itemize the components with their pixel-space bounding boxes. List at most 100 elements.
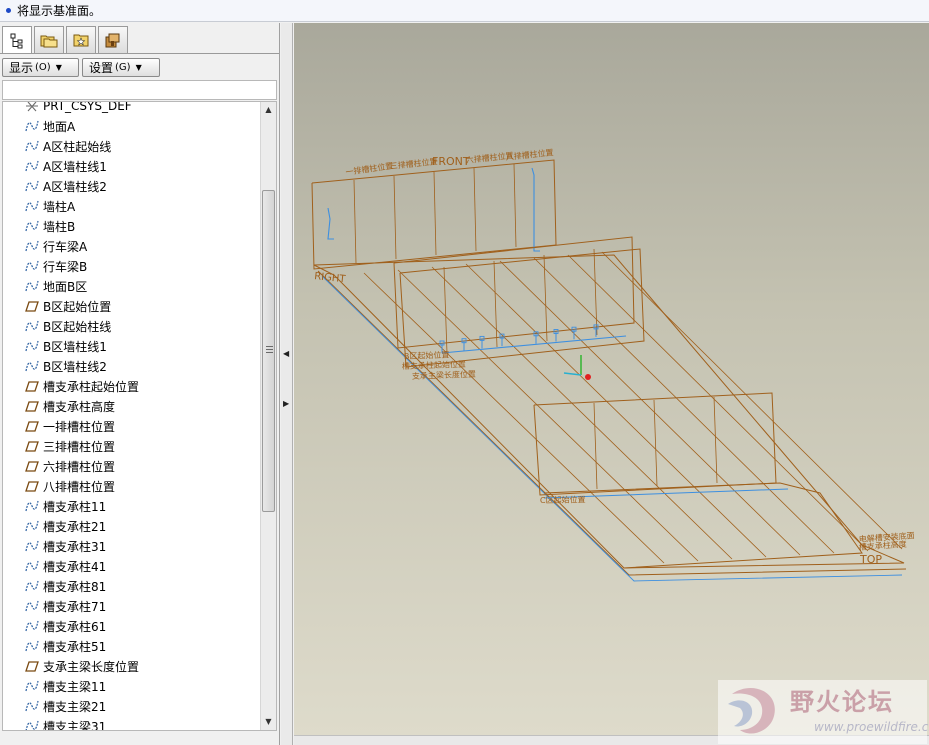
tree-item-label: 槽支承柱11 [43, 499, 107, 514]
connections-icon [105, 33, 120, 48]
tree-item-label: A区墙柱线2 [43, 179, 107, 194]
tree-item[interactable]: 六排槽柱位置 [3, 456, 259, 476]
support-column-plane-edge [567, 254, 869, 552]
b-zone-datum-plane [399, 248, 645, 368]
datum-curve-icon [25, 240, 39, 252]
tree-item[interactable]: 槽支承柱61 [3, 616, 259, 636]
c-zone-datum-plane [533, 392, 777, 496]
tree-item[interactable]: 行车梁B [3, 256, 259, 276]
tree-item-label: 槽支主梁11 [43, 679, 107, 694]
tree-item[interactable]: 行车梁A [3, 236, 259, 256]
datum-curve-icon [25, 180, 39, 192]
datum-curve-icon [25, 160, 39, 172]
tree-item[interactable]: B区起始柱线 [3, 316, 259, 336]
scrollbar-thumb[interactable] [262, 190, 275, 512]
triad-origin-marker [585, 374, 591, 380]
collapse-left-icon[interactable]: ◀ [283, 349, 289, 358]
datum-plane-icon [25, 401, 39, 412]
tree-item[interactable]: A区墙柱线2 [3, 176, 259, 196]
tree-item[interactable]: 槽支承柱81 [3, 576, 259, 596]
tree-item[interactable]: 槽支承柱高度 [3, 396, 259, 416]
tree-item[interactable]: 一排槽柱位置 [3, 416, 259, 436]
support-column-plane-edge [533, 257, 835, 554]
tree-item[interactable]: 槽支主梁11 [3, 676, 259, 696]
tree-item[interactable]: A区墙柱线1 [3, 156, 259, 176]
datum-curve-icon [25, 200, 39, 212]
tree-item[interactable]: B区墙柱线2 [3, 356, 259, 376]
tree-filter-field[interactable] [2, 80, 277, 100]
c-zone-grid-line [593, 402, 598, 490]
tree-item[interactable]: 槽支主梁21 [3, 696, 259, 716]
tab-favorites[interactable] [66, 26, 96, 53]
datum-curve-icon [25, 500, 39, 512]
tab-connections[interactable] [98, 26, 128, 53]
tree-item[interactable]: 三排槽柱位置 [3, 436, 259, 456]
datum-plane-icon [25, 441, 39, 452]
datum-plane-icon [25, 301, 39, 312]
show-dropdown-button[interactable]: 显示 (O) ▼ [2, 58, 79, 77]
show-mnemonic: (O) [35, 62, 51, 73]
datum-curve-icon [25, 540, 39, 552]
tree-item[interactable]: A区柱起始线 [3, 136, 259, 156]
datum-curve-icon [25, 140, 39, 152]
datum-curve-icon [25, 320, 39, 332]
datum-curve-icon [25, 340, 39, 352]
csys-icon [26, 102, 38, 112]
datum-curve-icon [25, 620, 39, 632]
model-tree: PRT_CSYS_DEF 地面A A区柱起始线 A区墙柱线1 A区墙柱线2 墙柱A 墙柱B 行… [2, 101, 277, 731]
tree-item[interactable]: 槽支承柱11 [3, 496, 259, 516]
tree-item[interactable]: B区墙柱线1 [3, 336, 259, 356]
datum-curve-icon [25, 600, 39, 612]
model-wireframe[interactable]: FRONT一排槽柱位置三排槽柱位置 六排槽柱位置八排槽柱位置RIGHTB区起始位置… [294, 23, 929, 735]
support-column-plane-edge [397, 269, 699, 562]
front-plane-grid-line [393, 175, 397, 260]
tree-item[interactable]: 槽支主梁31 [3, 716, 259, 730]
expand-right-icon[interactable]: ▶ [283, 399, 289, 408]
b-start-datum-label: B区起始位置 [404, 349, 450, 361]
settings-label: 设置 [89, 61, 114, 75]
tree-item-label: 槽支承柱61 [43, 619, 107, 634]
tab-model-tree[interactable] [2, 26, 32, 54]
folder-browser-icon [40, 35, 58, 48]
chevron-down-icon: ▼ [55, 63, 62, 72]
tree-item[interactable]: 槽支承柱31 [3, 536, 259, 556]
scroll-up-arrow-icon[interactable]: ▲ [261, 102, 276, 118]
message-text: 将显示基准面。 [17, 4, 102, 18]
tree-item-label: 六排槽柱位置 [43, 459, 116, 474]
settings-dropdown-button[interactable]: 设置 (G) ▼ [82, 58, 160, 77]
tree-scrollbar[interactable]: ▲ ▼ [260, 102, 276, 730]
floor-slab-outline [313, 254, 905, 569]
tree-item[interactable]: 槽支承柱起始位置 [3, 376, 259, 396]
tree-item-label: 三排槽柱位置 [43, 439, 116, 454]
tree-item-label: 槽支承柱51 [43, 639, 107, 654]
tree-item[interactable]: 槽支承柱21 [3, 516, 259, 536]
tree-item-label: 墙柱B [43, 219, 76, 234]
tree-item[interactable]: 墙柱B [3, 216, 259, 236]
tree-item[interactable]: 地面B区 [3, 276, 259, 296]
tree-item[interactable]: B区起始位置 [3, 296, 259, 316]
front-plane-grid-line [473, 167, 477, 252]
tree-item-label: A区柱起始线 [43, 139, 112, 154]
navigator-pane: 显示 (O) ▼ 设置 (G) ▼ PRT_CSYS_DEF 地面A A区柱起始线 A… [0, 23, 280, 745]
tree-item[interactable]: 地面A [3, 116, 259, 136]
tree-item[interactable]: 八排槽柱位置 [3, 476, 259, 496]
tree-item[interactable]: 槽支承柱51 [3, 636, 259, 656]
pane-splitter[interactable]: ◀ ▶ [281, 23, 293, 745]
tree-item-label: 墙柱A [43, 199, 76, 214]
datum-curve-icon [25, 220, 39, 232]
datum-curve-icon [25, 680, 39, 692]
tab-folder-browser[interactable] [34, 26, 64, 53]
datum-curve-icon [25, 260, 39, 272]
tree-item[interactable]: 支承主梁长度位置 [3, 656, 259, 676]
tree-item-label: 一排槽柱位置 [43, 419, 116, 434]
tree-item[interactable]: 槽支承柱41 [3, 556, 259, 576]
datum-plane-icon [25, 481, 39, 492]
datum-curve-icon [25, 580, 39, 592]
scroll-down-arrow-icon[interactable]: ▼ [261, 714, 276, 730]
graphics-window[interactable]: FRONT 一排槽柱位置 三排槽柱位置 六排槽柱位置 八排槽柱位置 RIGHT B区起始位置… [294, 23, 929, 735]
tree-item-label: 槽支承柱起始位置 [43, 379, 140, 394]
tree-item[interactable]: PRT_CSYS_DEF [3, 102, 259, 116]
tree-item-label: 槽支承柱41 [43, 559, 107, 574]
tree-item[interactable]: 槽支承柱71 [3, 596, 259, 616]
tree-item[interactable]: 墙柱A [3, 196, 259, 216]
